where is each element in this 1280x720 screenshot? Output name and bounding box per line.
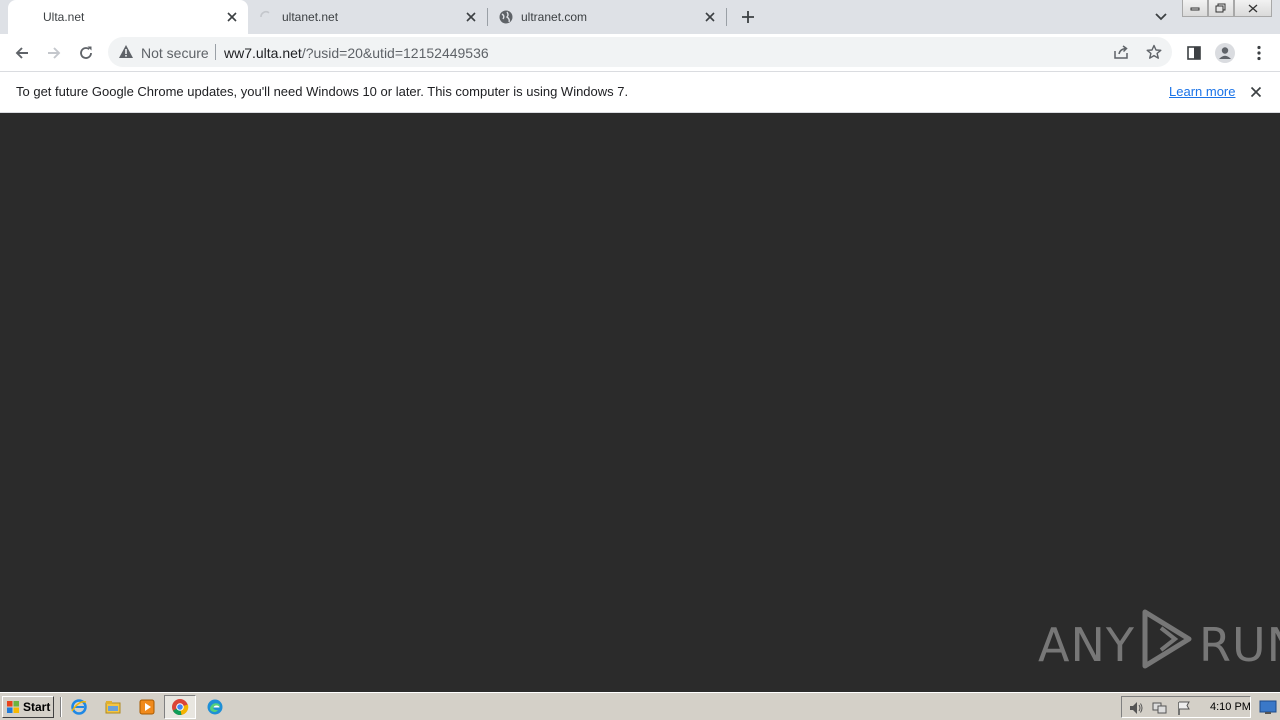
page-content: ANY RUN — [0, 113, 1280, 692]
tab-title: ultanet.net — [282, 10, 339, 24]
new-tab-button[interactable] — [738, 7, 758, 27]
tab-separator — [726, 8, 727, 26]
close-icon[interactable] — [702, 9, 718, 25]
update-infobar: To get future Google Chrome updates, you… — [0, 72, 1280, 113]
chrome-icon — [172, 699, 189, 716]
loading-spinner-icon — [258, 9, 274, 25]
media-player-icon[interactable] — [138, 698, 156, 716]
start-label: Start — [23, 700, 51, 714]
warning-icon[interactable] — [118, 44, 134, 64]
tab-ultranet-com[interactable]: ultranet.com — [488, 0, 726, 34]
tab-ulta-net[interactable]: Ulta.net — [8, 0, 248, 34]
play-logo-icon — [1139, 608, 1195, 681]
security-label[interactable]: Not secure — [141, 45, 209, 61]
file-explorer-icon[interactable] — [104, 698, 122, 716]
share-icon[interactable] — [1113, 44, 1129, 60]
forward-button[interactable] — [43, 42, 65, 64]
close-icon[interactable] — [463, 9, 479, 25]
omnibox-divider — [215, 44, 216, 60]
watermark-text-right: RUN — [1198, 617, 1280, 672]
tab-search-button[interactable] — [1152, 8, 1170, 26]
windows-taskbar: Start 4:10 PM — [0, 692, 1280, 720]
anyrun-watermark: ANY RUN — [1038, 608, 1280, 681]
back-button[interactable] — [11, 42, 33, 64]
tab-ultanet-net[interactable]: ultanet.net — [248, 0, 486, 34]
chrome-taskbar-button[interactable] — [164, 695, 196, 719]
taskbar-clock[interactable]: 4:10 PM — [1210, 701, 1251, 713]
profile-avatar[interactable] — [1214, 42, 1236, 64]
internet-explorer-icon[interactable] — [70, 698, 88, 716]
learn-more-link[interactable]: Learn more — [1169, 84, 1235, 99]
infobar-message: To get future Google Chrome updates, you… — [16, 84, 629, 99]
tab-title: Ulta.net — [43, 10, 85, 24]
tab-strip: Ulta.net ultanet.net ultranet.com — [0, 0, 1280, 34]
show-desktop-icon[interactable] — [1259, 699, 1277, 715]
window-close-button[interactable] — [1234, 0, 1272, 17]
tab-title: ultranet.com — [521, 10, 588, 24]
side-panel-button[interactable] — [1183, 42, 1205, 64]
reload-button[interactable] — [75, 42, 97, 64]
url-host: ww7.ulta.net — [224, 45, 302, 61]
minimize-button[interactable] — [1182, 0, 1208, 17]
action-center-flag-icon[interactable] — [1176, 700, 1192, 716]
taskbar-separator — [60, 697, 62, 717]
window-controls — [1182, 0, 1274, 18]
system-tray: 4:10 PM — [1121, 696, 1251, 718]
menu-kebab-icon[interactable] — [1248, 42, 1270, 64]
start-button[interactable]: Start — [2, 696, 54, 718]
browser-toolbar: Not secure ww7.ulta.net/?usid=20&utid=12… — [0, 34, 1280, 71]
speaker-icon[interactable] — [1128, 700, 1144, 716]
globe-icon — [498, 9, 514, 25]
edge-icon[interactable] — [206, 698, 224, 716]
close-icon[interactable] — [224, 9, 240, 25]
url-path: /?usid=20&utid=12152449536 — [301, 45, 489, 61]
watermark-text-left: ANY — [1038, 617, 1135, 672]
close-icon[interactable] — [1248, 84, 1264, 100]
restore-button[interactable] — [1208, 0, 1234, 17]
windows-logo-icon — [7, 701, 19, 713]
address-bar[interactable]: Not secure ww7.ulta.net/?usid=20&utid=12… — [108, 37, 1172, 67]
url-text[interactable]: ww7.ulta.net/?usid=20&utid=12152449536 — [224, 45, 489, 61]
network-icon[interactable] — [1152, 700, 1168, 716]
bookmark-star-icon[interactable] — [1146, 44, 1162, 60]
